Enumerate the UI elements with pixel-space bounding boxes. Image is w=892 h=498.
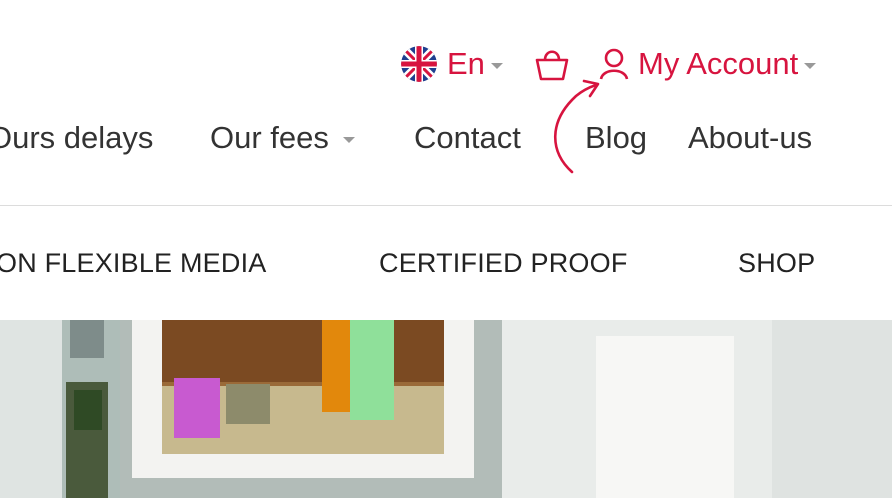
my-account-menu[interactable]: My Account bbox=[598, 46, 817, 82]
main-navigation: Ours delays Our fees Contact Blog About-… bbox=[0, 118, 892, 162]
category-flexible-media[interactable]: ON FLEXIBLE MEDIA bbox=[0, 247, 266, 279]
hero-image bbox=[0, 320, 892, 498]
nav-item-fees-label: Our fees bbox=[210, 120, 329, 155]
chevron-down-icon bbox=[804, 63, 817, 69]
category-shop[interactable]: SHOP bbox=[738, 247, 815, 279]
nav-item-fees[interactable]: Our fees bbox=[210, 118, 355, 158]
category-certified-proof[interactable]: CERTIFIED PROOF bbox=[379, 247, 628, 279]
my-account-label: My Account bbox=[638, 46, 799, 81]
language-label: En bbox=[447, 46, 485, 81]
language-selector[interactable]: En bbox=[401, 46, 503, 82]
category-navigation: ON FLEXIBLE MEDIA CERTIFIED PROOF SHOP bbox=[0, 206, 892, 320]
chevron-down-icon bbox=[490, 63, 503, 69]
nav-item-blog[interactable]: Blog bbox=[585, 118, 647, 158]
user-icon bbox=[599, 48, 629, 80]
uk-flag-icon bbox=[401, 46, 437, 82]
chevron-down-icon bbox=[342, 136, 355, 143]
site-header: En My Account Ours delays Our fees Conta… bbox=[0, 0, 892, 206]
nav-item-delays[interactable]: Ours delays bbox=[0, 118, 153, 158]
hero-photo bbox=[0, 320, 892, 498]
shopping-bag-icon[interactable] bbox=[532, 44, 572, 84]
nav-item-about-us[interactable]: About-us bbox=[688, 118, 812, 158]
nav-item-contact[interactable]: Contact bbox=[414, 118, 521, 158]
top-utility-bar: En My Account bbox=[0, 40, 892, 88]
